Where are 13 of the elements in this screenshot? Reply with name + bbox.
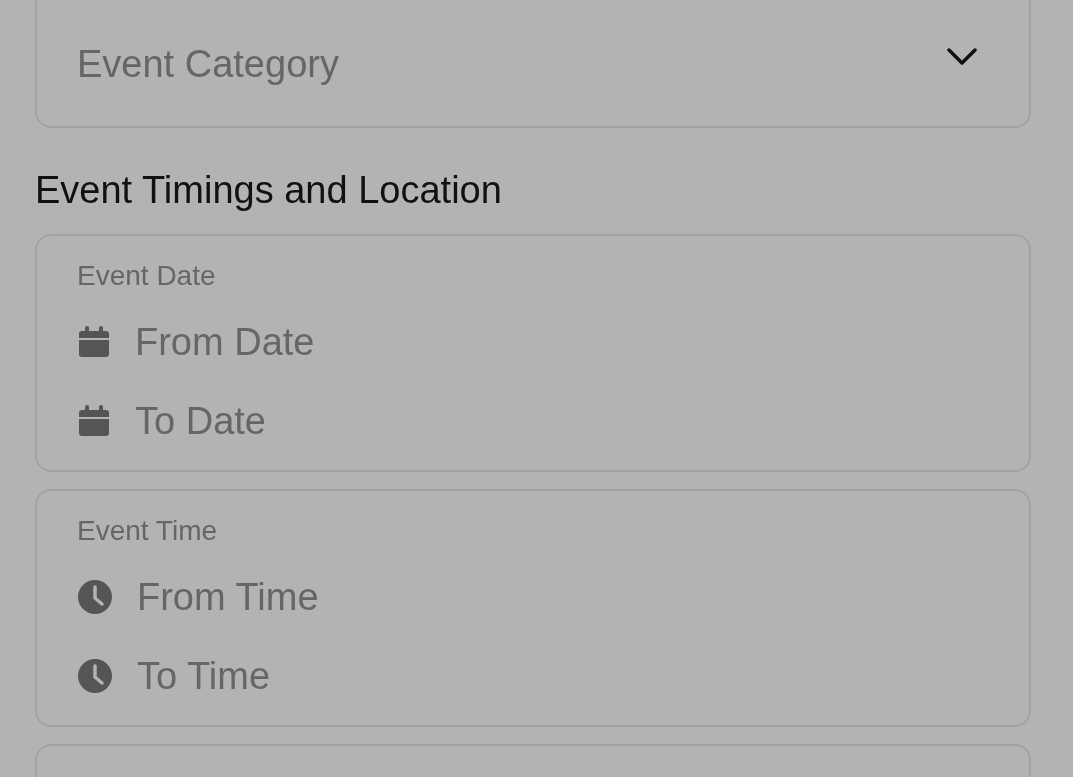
clock-icon — [77, 657, 113, 694]
time-field[interactable]: From Time — [137, 573, 537, 620]
calendar-icon — [77, 403, 111, 438]
date-field[interactable]: To Date — [135, 397, 535, 444]
time-field[interactable]: To Time — [137, 652, 537, 699]
clock-icon — [77, 578, 113, 615]
field-group-label: Event Date — [77, 259, 216, 293]
date-field[interactable]: From Date — [135, 318, 535, 365]
category-dropdown[interactable]: Event Category — [35, 0, 1031, 128]
calendar-icon — [77, 324, 111, 359]
section-heading: Event Timings and Location — [35, 168, 503, 213]
field-group-label: Event Time — [77, 514, 218, 548]
chevron-down-icon — [947, 48, 977, 66]
